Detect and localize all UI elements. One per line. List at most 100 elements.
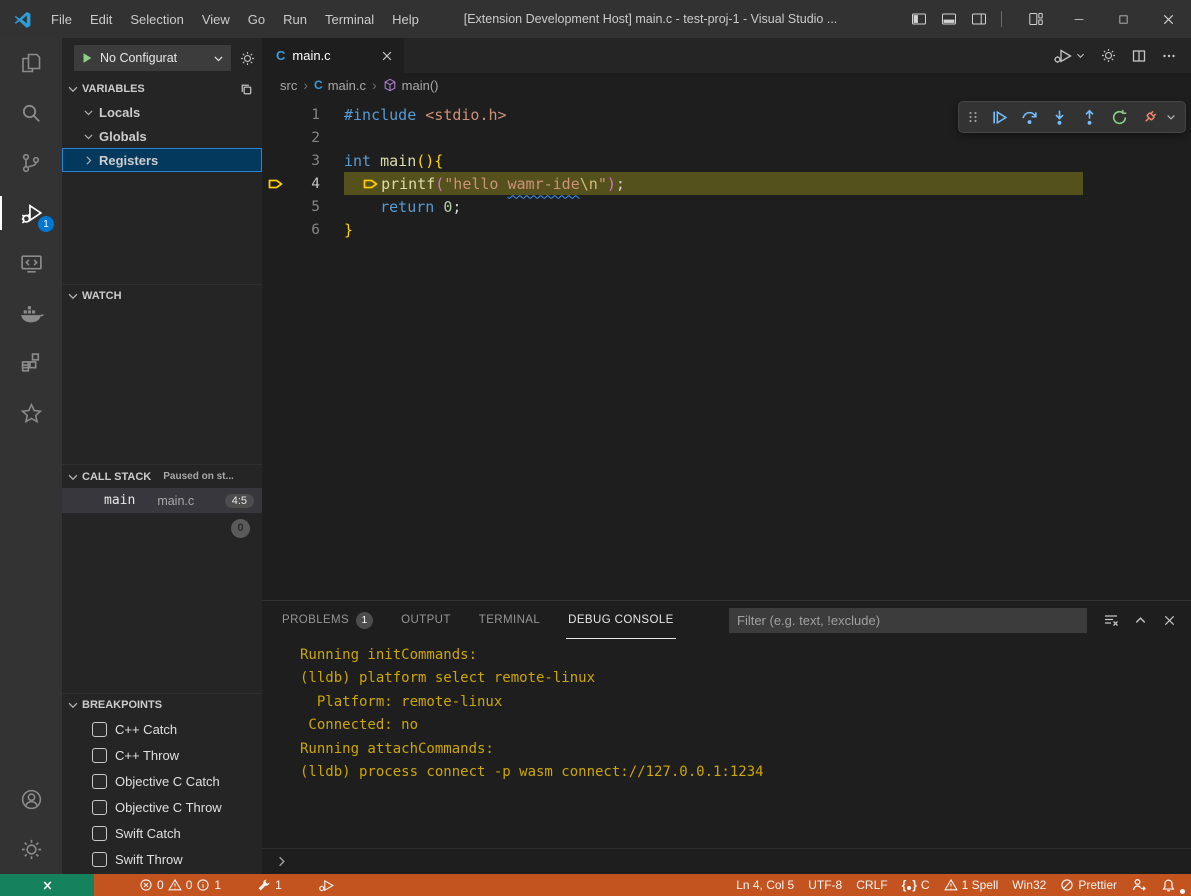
breadcrumb-file[interactable]: C main.c	[314, 78, 366, 93]
run-or-debug-button[interactable]	[1053, 48, 1086, 64]
remote-indicator[interactable]	[0, 874, 94, 896]
breakpoint-checkbox[interactable]	[92, 826, 107, 841]
minimize-button[interactable]	[1056, 0, 1101, 38]
toolbar-chevron-icon[interactable]	[1165, 111, 1177, 123]
variables-item-registers[interactable]: Registers	[62, 148, 262, 172]
breadcrumb-folder[interactable]: src	[280, 78, 297, 93]
breakpoints-section-header[interactable]: BREAKPOINTS	[62, 693, 262, 716]
line-number: 3	[290, 153, 320, 169]
menu-view[interactable]: View	[193, 0, 239, 38]
clear-console-icon[interactable]	[1103, 612, 1119, 628]
step-out-button[interactable]	[1075, 104, 1103, 130]
continue-button[interactable]	[985, 104, 1013, 130]
settings-gear-icon[interactable]	[0, 824, 62, 874]
window-title: [Extension Development Host] main.c - te…	[464, 12, 838, 26]
stack-frame-row[interactable]: main main.c 4:5	[62, 488, 262, 513]
cursor-position[interactable]: Ln 4, Col 5	[729, 878, 801, 892]
tools-icon	[257, 878, 271, 892]
menu-terminal[interactable]: Terminal	[316, 0, 383, 38]
error-icon	[139, 878, 153, 892]
remote-explorer-icon[interactable]	[0, 238, 62, 288]
split-editor-icon[interactable]	[1131, 48, 1147, 64]
problems-status[interactable]: 0 0 1	[132, 878, 228, 892]
code-editor[interactable]: 1#include <stdio.h>23int main(){4 printf…	[262, 97, 1191, 600]
console-prompt-icon	[274, 854, 289, 869]
disconnect-button[interactable]	[1135, 104, 1163, 130]
breakpoint-checkbox[interactable]	[92, 748, 107, 763]
stackframe-arrow-gutter-icon[interactable]	[262, 175, 290, 193]
star-icon[interactable]	[0, 388, 62, 438]
language-mode[interactable]: C	[895, 878, 937, 892]
breakpoint-checkbox[interactable]	[92, 852, 107, 867]
editor-gear-icon[interactable]	[1100, 47, 1117, 64]
explorer-icon[interactable]	[0, 38, 62, 88]
share-account-icon[interactable]	[1124, 877, 1154, 893]
toggle-sidebar-icon[interactable]	[911, 11, 927, 27]
copy-value-icon[interactable]	[239, 82, 254, 97]
code-line-5: 5 return 0;	[262, 195, 1191, 218]
tab-close-icon[interactable]	[380, 49, 394, 63]
formatter-status[interactable]: Prettier	[1053, 878, 1124, 892]
panel-tab-debug-console[interactable]: DEBUG CONSOLE	[566, 601, 676, 639]
breakpoint-objective-c-throw[interactable]: Objective C Throw	[62, 794, 262, 820]
step-into-button[interactable]	[1045, 104, 1073, 130]
variables-item-globals[interactable]: Globals	[62, 124, 262, 148]
panel-tab-problems[interactable]: PROBLEMS1	[280, 601, 375, 639]
maximize-panel-icon[interactable]	[1133, 613, 1148, 628]
variables-item-locals[interactable]: Locals	[62, 100, 262, 124]
maximize-button[interactable]	[1101, 0, 1146, 38]
close-panel-icon[interactable]	[1162, 613, 1177, 628]
variables-section-header[interactable]: VARIABLES	[62, 78, 262, 100]
watch-section-header[interactable]: WATCH	[62, 284, 262, 306]
run-and-debug-icon[interactable]: 1	[0, 188, 62, 238]
search-icon[interactable]	[0, 88, 62, 138]
spell-checker-status[interactable]: 1 Spell	[937, 878, 1006, 892]
breakpoint-objective-c-catch[interactable]: Objective C Catch	[62, 768, 262, 794]
more-actions-icon[interactable]	[1161, 48, 1177, 64]
breakpoint-checkbox[interactable]	[92, 722, 107, 737]
close-window-button[interactable]	[1146, 0, 1191, 38]
menu-go[interactable]: Go	[239, 0, 274, 38]
stack-frame-position-badge: 4:5	[225, 494, 254, 508]
debug-session-icon[interactable]	[311, 877, 342, 894]
restart-button[interactable]	[1105, 104, 1133, 130]
source-control-icon[interactable]	[0, 138, 62, 188]
breadcrumb-symbol[interactable]: main()	[383, 78, 439, 93]
menu-selection[interactable]: Selection	[121, 0, 192, 38]
tab-main-c[interactable]: C main.c	[262, 38, 405, 73]
toggle-secondary-sidebar-icon[interactable]	[971, 11, 987, 27]
eol-indicator[interactable]: CRLF	[849, 878, 894, 892]
panel-tab-terminal[interactable]: TERMINAL	[477, 601, 542, 639]
bottom-panel: PROBLEMS1OUTPUTTERMINALDEBUG CONSOLE Run…	[262, 600, 1191, 874]
tools-status[interactable]: 1	[250, 878, 289, 892]
toolbar-drag-grip[interactable]	[963, 104, 983, 130]
breakpoint-c-throw[interactable]: C++ Throw	[62, 742, 262, 768]
step-over-button[interactable]	[1015, 104, 1043, 130]
menu-run[interactable]: Run	[274, 0, 316, 38]
encoding-indicator[interactable]: UTF-8	[801, 878, 849, 892]
platform-indicator[interactable]: Win32	[1005, 878, 1053, 892]
menu-help[interactable]: Help	[383, 0, 428, 38]
debug-console-input[interactable]	[262, 848, 1191, 874]
breakpoint-checkbox[interactable]	[92, 774, 107, 789]
launch-config-gear-icon[interactable]	[239, 50, 256, 67]
panel-tab-output[interactable]: OUTPUT	[399, 601, 453, 639]
menu-edit[interactable]: Edit	[81, 0, 121, 38]
breakpoint-swift-catch[interactable]: Swift Catch	[62, 820, 262, 846]
extensions-icon[interactable]	[0, 338, 62, 388]
customize-layout-icon[interactable]	[1028, 11, 1044, 27]
docker-icon[interactable]	[0, 288, 62, 338]
notifications-bell-icon[interactable]	[1154, 878, 1183, 893]
debug-config-dropdown[interactable]: No Configurat	[74, 45, 231, 71]
toggle-panel-icon[interactable]	[941, 11, 957, 27]
console-filter-input[interactable]	[729, 608, 1087, 633]
account-icon[interactable]	[0, 774, 62, 824]
run-debug-sidebar: No Configurat VARIABLES LocalsGlobalsReg…	[62, 38, 262, 874]
breakpoint-swift-throw[interactable]: Swift Throw	[62, 846, 262, 872]
breakpoint-c-catch[interactable]: C++ Catch	[62, 716, 262, 742]
menu-file[interactable]: File	[42, 0, 81, 38]
call-stack-section-header[interactable]: CALL STACK Paused on st...	[62, 464, 262, 488]
breakpoint-checkbox[interactable]	[92, 800, 107, 815]
line-number: 2	[290, 130, 320, 146]
start-debug-icon[interactable]	[80, 51, 94, 65]
